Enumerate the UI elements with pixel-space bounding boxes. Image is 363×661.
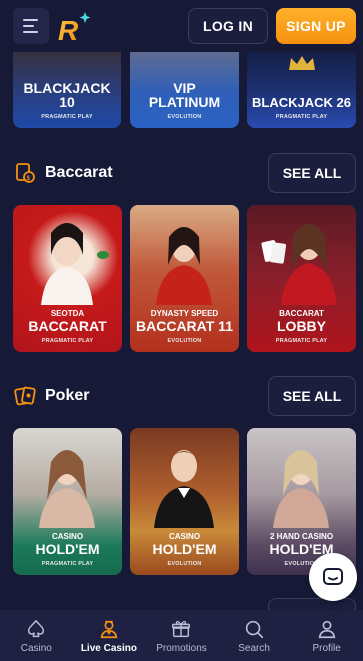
see-all-button[interactable]: SEE ALL [268,376,356,416]
search-icon [245,620,264,638]
signup-button[interactable]: SIGN UP [276,8,356,44]
nav-label: Casino [20,642,52,654]
section-header-poker: Poker SEE ALL [13,376,356,416]
gift-icon [172,620,191,637]
game-subtitle: CASINO [51,532,84,542]
game-card-blackjack-10[interactable]: BLACKJACK 10 PRAGMATIC PLAY [13,40,121,128]
game-title: HOLD'EM [35,541,100,558]
game-card-seotda-baccarat[interactable]: SEOTDA BACCARAT PRAGMATIC PLAY [13,205,122,352]
bottom-navigation: Casino Live Casino Promotions Search Pro… [0,610,363,661]
nav-item-search[interactable]: Search [218,610,291,661]
game-title: BLACKJACK [23,79,111,96]
game-subtitle: DYNASTY SPEED [150,309,219,319]
menu-icon[interactable] [13,8,49,44]
game-title-line2: PLATINUM [148,94,221,111]
game-title: VIP [173,79,196,96]
game-card-casino-holdem-evolution[interactable]: CASINO HOLD'EM EVOLUTION [130,428,239,575]
section-title: Poker [45,387,90,404]
nav-item-profile[interactable]: Profile [290,610,363,661]
nav-label: Promotions [156,642,207,654]
game-subtitle: SEOTDA [50,309,85,319]
game-provider: PRAGMATIC PLAY [275,114,328,120]
game-provider: EVOLUTION [167,114,202,120]
game-card-baccarat-lobby[interactable]: BACCARAT LOBBY PRAGMATIC PLAY [247,205,356,352]
game-provider: PRAGMATIC PLAY [41,338,94,344]
poker-cards-icon [14,386,36,406]
game-title: HOLD'EM [152,541,217,558]
game-card-dynasty-speed-baccarat-11[interactable]: DYNASTY SPEED BACCARAT 11 EVOLUTION [130,205,239,352]
nav-item-promotions[interactable]: Promotions [145,610,218,661]
game-subtitle: 2 HAND CASINO [269,532,334,542]
game-title: BACCARAT 11 [136,318,233,335]
svg-text:R: R [58,15,79,46]
profile-icon [318,620,335,638]
game-title: BLACKJACK 26 [252,95,351,111]
chat-icon [323,568,343,585]
game-card-vip-platinum[interactable]: VIP PLATINUM EVOLUTION [130,40,239,128]
login-button[interactable]: LOG IN [188,8,268,44]
game-provider: PRAGMATIC PLAY [41,561,94,567]
chat-support-button[interactable] [309,553,357,601]
dealer-icon [100,620,118,638]
nav-item-casino[interactable]: Casino [0,610,73,661]
game-card-casino-holdem-pragmatic[interactable]: CASINO HOLD'EM PRAGMATIC PLAY [13,428,122,575]
baccarat-chips-icon: $ [16,163,35,183]
nav-label: Search [238,642,270,654]
game-card-blackjack-26[interactable]: BLACKJACK 26 PRAGMATIC PLAY [247,40,356,128]
game-provider: PRAGMATIC PLAY [275,338,328,344]
section-header-baccarat: $ Baccarat SEE ALL [13,153,356,193]
game-provider: EVOLUTION [167,338,202,344]
see-all-button[interactable]: SEE ALL [268,153,356,193]
game-title: BACCARAT [28,318,107,335]
spade-icon [28,619,45,637]
top-header: R LOG IN SIGN UP [0,0,363,52]
nav-item-live-casino[interactable]: Live Casino [73,610,146,661]
game-subtitle: BACCARAT [279,309,324,319]
section-title: Baccarat [45,164,113,181]
game-provider: EVOLUTION [167,561,202,567]
nav-label: Profile [312,642,341,654]
brand-logo[interactable]: R [55,10,95,46]
nav-label: Live Casino [80,642,137,654]
game-provider: PRAGMATIC PLAY [41,114,93,120]
game-subtitle: CASINO [168,532,201,542]
game-title-line2: 10 [59,94,75,111]
game-title: LOBBY [277,318,326,335]
